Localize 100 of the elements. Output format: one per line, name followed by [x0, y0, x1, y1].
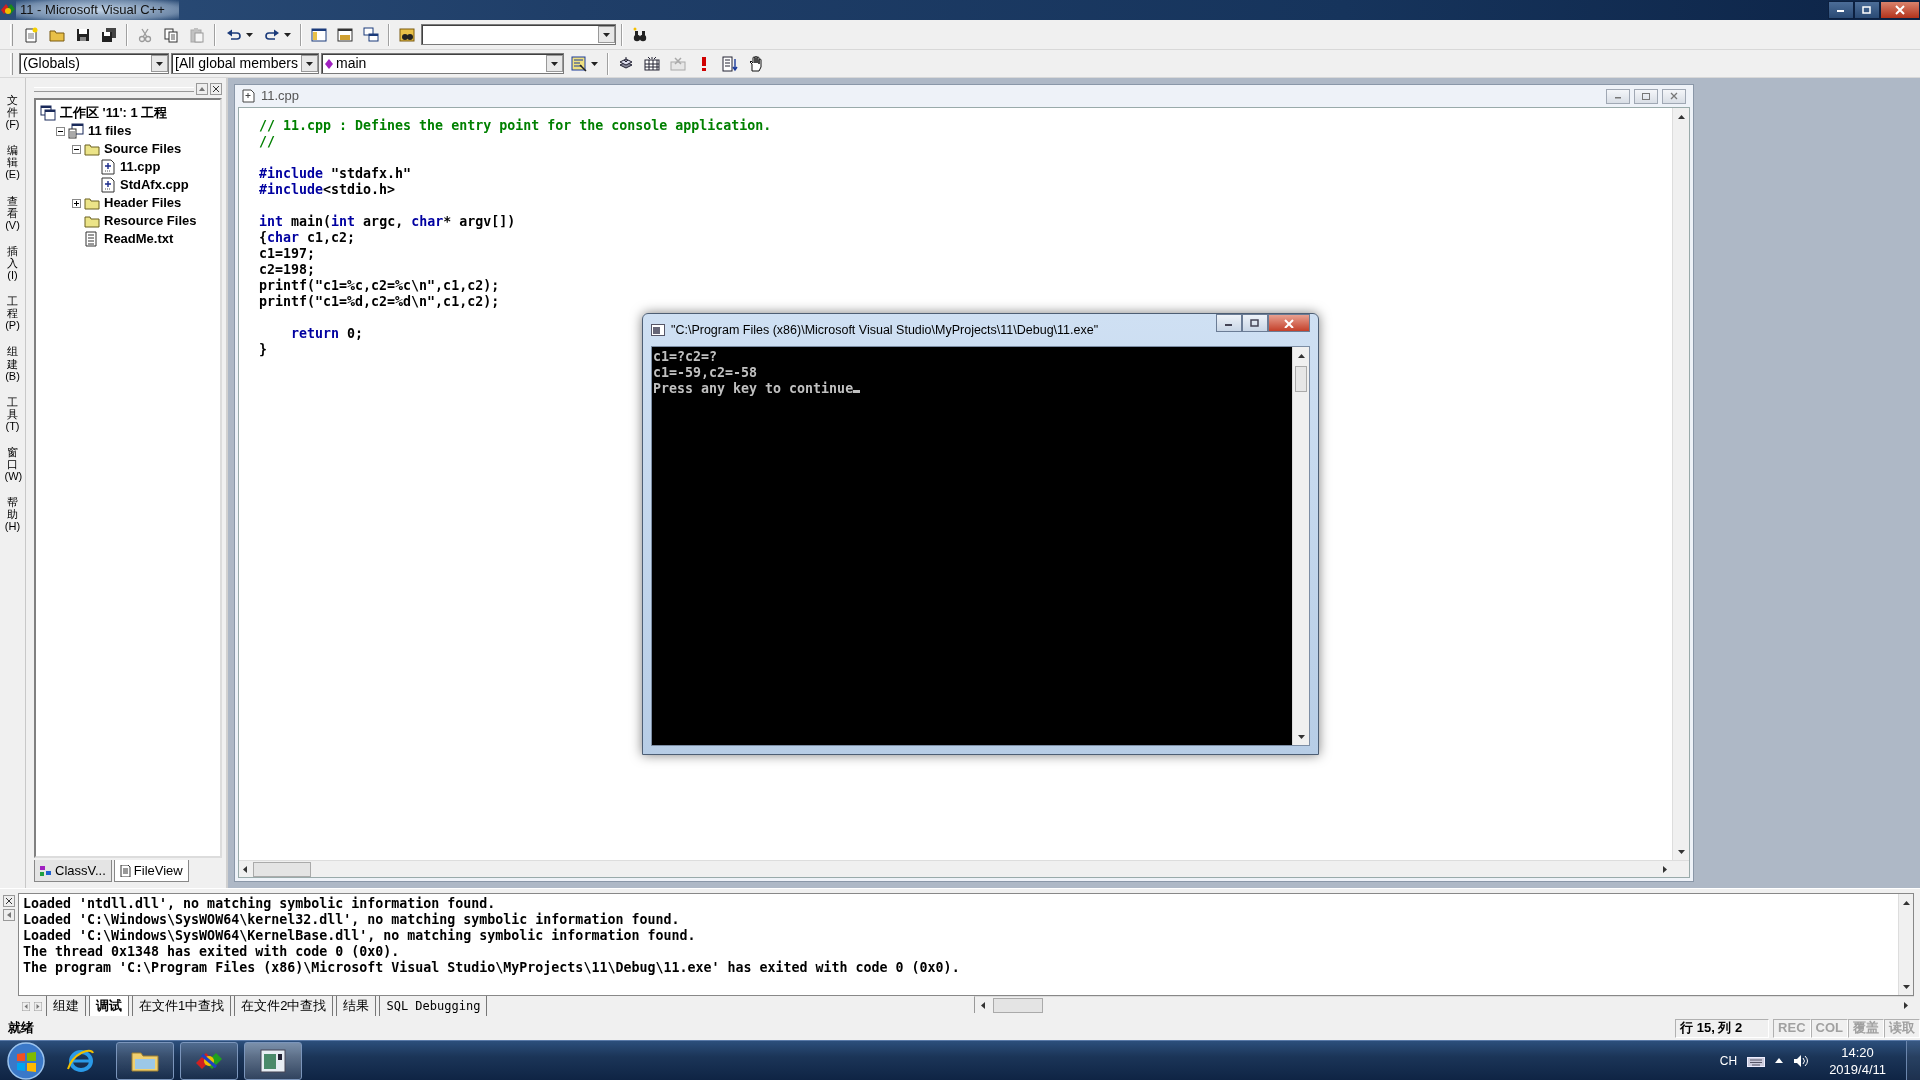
scope-combo[interactable]: (Globals)	[19, 53, 169, 74]
tree-item[interactable]: 11 files	[87, 121, 133, 141]
document-title: 11.cpp	[261, 87, 300, 106]
output-tab[interactable]: 调试	[89, 996, 129, 1016]
minimize-button[interactable]	[1828, 1, 1854, 19]
panel-tab[interactable]: ClassV...	[34, 860, 112, 882]
menu-item[interactable]: 工程(P)	[4, 295, 21, 332]
right-arrow-icon[interactable]	[1663, 865, 1667, 873]
up-arrow-icon[interactable]	[1902, 900, 1910, 905]
clock-date[interactable]: 2019/4/11	[1829, 1060, 1886, 1078]
menu-item[interactable]: 文件(F)	[4, 94, 21, 131]
down-arrow-icon[interactable]	[1677, 849, 1685, 854]
left-arrow-icon[interactable]	[981, 1001, 985, 1009]
menu-item[interactable]: 窗口(W)	[4, 445, 21, 483]
up-arrow-icon[interactable]	[1677, 114, 1685, 119]
horizontal-scrollbar[interactable]	[239, 860, 1689, 877]
menu-item[interactable]: 组建(B)	[4, 345, 21, 382]
tree-item[interactable]: 11.cpp	[119, 157, 162, 177]
binoculars-icon	[399, 26, 415, 43]
output-line: The program 'C:\Program Files (x86)\Microsoft Visual Studio\MyProjects\11\Debug\11.exe' has exited with code 0 (0x0).	[23, 960, 960, 976]
right-arrow-icon[interactable]	[1904, 1001, 1908, 1009]
scissors-icon	[137, 26, 153, 43]
menu-item[interactable]: 编辑(E)	[4, 144, 21, 181]
expand-icon[interactable]	[72, 198, 81, 208]
menu-item[interactable]: 插入(I)	[4, 244, 21, 282]
restore-button[interactable]	[1854, 1, 1880, 19]
tree-item[interactable]: ReadMe.txt	[103, 229, 175, 249]
speaker-icon[interactable]	[1793, 1053, 1810, 1068]
minimize-button[interactable]	[1216, 314, 1242, 332]
triangle-icon	[199, 87, 205, 91]
cursor-position: 行 15, 列 2	[1675, 1018, 1770, 1038]
tab-left-icon[interactable]	[22, 1001, 30, 1011]
vertical-scrollbar[interactable]	[1672, 108, 1689, 860]
close-icon	[6, 898, 12, 904]
maximize-button[interactable]	[1242, 314, 1268, 332]
pin-button[interactable]	[3, 909, 15, 921]
close-button[interactable]	[3, 895, 15, 907]
members-combo[interactable]: [All global members	[171, 53, 319, 74]
copy-icon	[163, 26, 179, 43]
diamond-icon	[325, 58, 333, 69]
vertical-scrollbar[interactable]	[1898, 894, 1913, 995]
taskbar-app[interactable]	[116, 1041, 174, 1080]
file-icon	[119, 864, 131, 877]
taskbar-app[interactable]	[244, 1041, 302, 1080]
clipboard-icon	[189, 26, 205, 43]
output-tab[interactable]: 在文件2中查找	[234, 996, 334, 1016]
output-tab[interactable]: SQL Debugging	[379, 996, 488, 1016]
down-arrow-icon[interactable]	[1902, 984, 1910, 989]
tree-item[interactable]: 工作区 '11': 1 工程	[59, 103, 169, 123]
maximize-button[interactable]	[1634, 88, 1658, 104]
down-arrow-icon[interactable]	[1297, 734, 1305, 739]
taskbar-app[interactable]	[180, 1041, 238, 1080]
code-line: {char c1,c2;	[259, 230, 356, 246]
collapse-icon[interactable]	[56, 126, 65, 136]
output-tab[interactable]: 在文件1中查找	[132, 996, 232, 1016]
left-arrow-icon[interactable]	[243, 865, 247, 873]
scrollbar-thumb[interactable]	[253, 861, 311, 877]
grid-icon	[644, 55, 660, 72]
vertical-scrollbar[interactable]	[1292, 347, 1309, 745]
status-indicator: COL	[1810, 1018, 1848, 1038]
tab-right-icon[interactable]	[34, 1001, 42, 1011]
output-line: The thread 0x1348 has exited with code 0 (0x0).	[23, 944, 400, 960]
tree-item[interactable]: Header Files	[103, 193, 183, 213]
collapse-icon[interactable]	[72, 144, 81, 154]
scrollbar-thumb[interactable]	[993, 997, 1043, 1013]
start-button[interactable]	[6, 1040, 46, 1080]
keyboard-icon[interactable]	[1747, 1054, 1766, 1067]
close-button[interactable]	[1880, 1, 1920, 19]
caret-icon	[283, 32, 291, 37]
output-line: Loaded 'C:\Windows\SysWOW64\KernelBase.dll', no matching symbolic information found.	[23, 928, 696, 944]
menu-item[interactable]: 帮助(H)	[4, 496, 21, 533]
output-tab[interactable]: 结果	[336, 996, 377, 1016]
caret-icon	[156, 61, 163, 66]
windows-icon	[363, 26, 379, 43]
project-icon	[68, 123, 84, 139]
clock-time[interactable]: 14:20	[1841, 1043, 1874, 1061]
search-combo[interactable]	[421, 24, 616, 45]
menu-item[interactable]: 工具(T)	[4, 395, 21, 432]
up-triangle-icon[interactable]	[1775, 1058, 1784, 1063]
close-button[interactable]	[210, 83, 222, 95]
scrollbar-thumb[interactable]	[1295, 366, 1307, 392]
show-desktop-button[interactable]	[1906, 1041, 1920, 1080]
language-indicator[interactable]: CH	[1719, 1051, 1738, 1070]
window-panel-icon	[311, 26, 327, 43]
code-line: c2=198;	[259, 262, 316, 278]
status-indicator: 读取	[1884, 1018, 1920, 1038]
up-arrow-icon[interactable]	[1297, 353, 1305, 358]
pin-button[interactable]	[196, 83, 208, 95]
function-combo[interactable]: main	[321, 53, 564, 74]
close-icon	[1283, 318, 1295, 328]
tree-item[interactable]: StdAfx.cpp	[119, 175, 190, 195]
code-line: int main(int argc, char* argv[])	[259, 214, 516, 230]
console-line: Press any key to continue	[653, 381, 854, 397]
menu-item[interactable]: 查看(V)	[4, 194, 21, 231]
tree-item[interactable]: Resource Files	[103, 211, 198, 231]
output-tab[interactable]: 组建	[46, 996, 86, 1016]
code-line: #include "stdafx.h"	[259, 166, 412, 182]
panel-tab[interactable]: FileView	[113, 860, 189, 882]
code-line: printf("c1=%c,c2=%c\n",c1,c2);	[259, 278, 500, 294]
tree-item[interactable]: Source Files	[103, 139, 183, 159]
